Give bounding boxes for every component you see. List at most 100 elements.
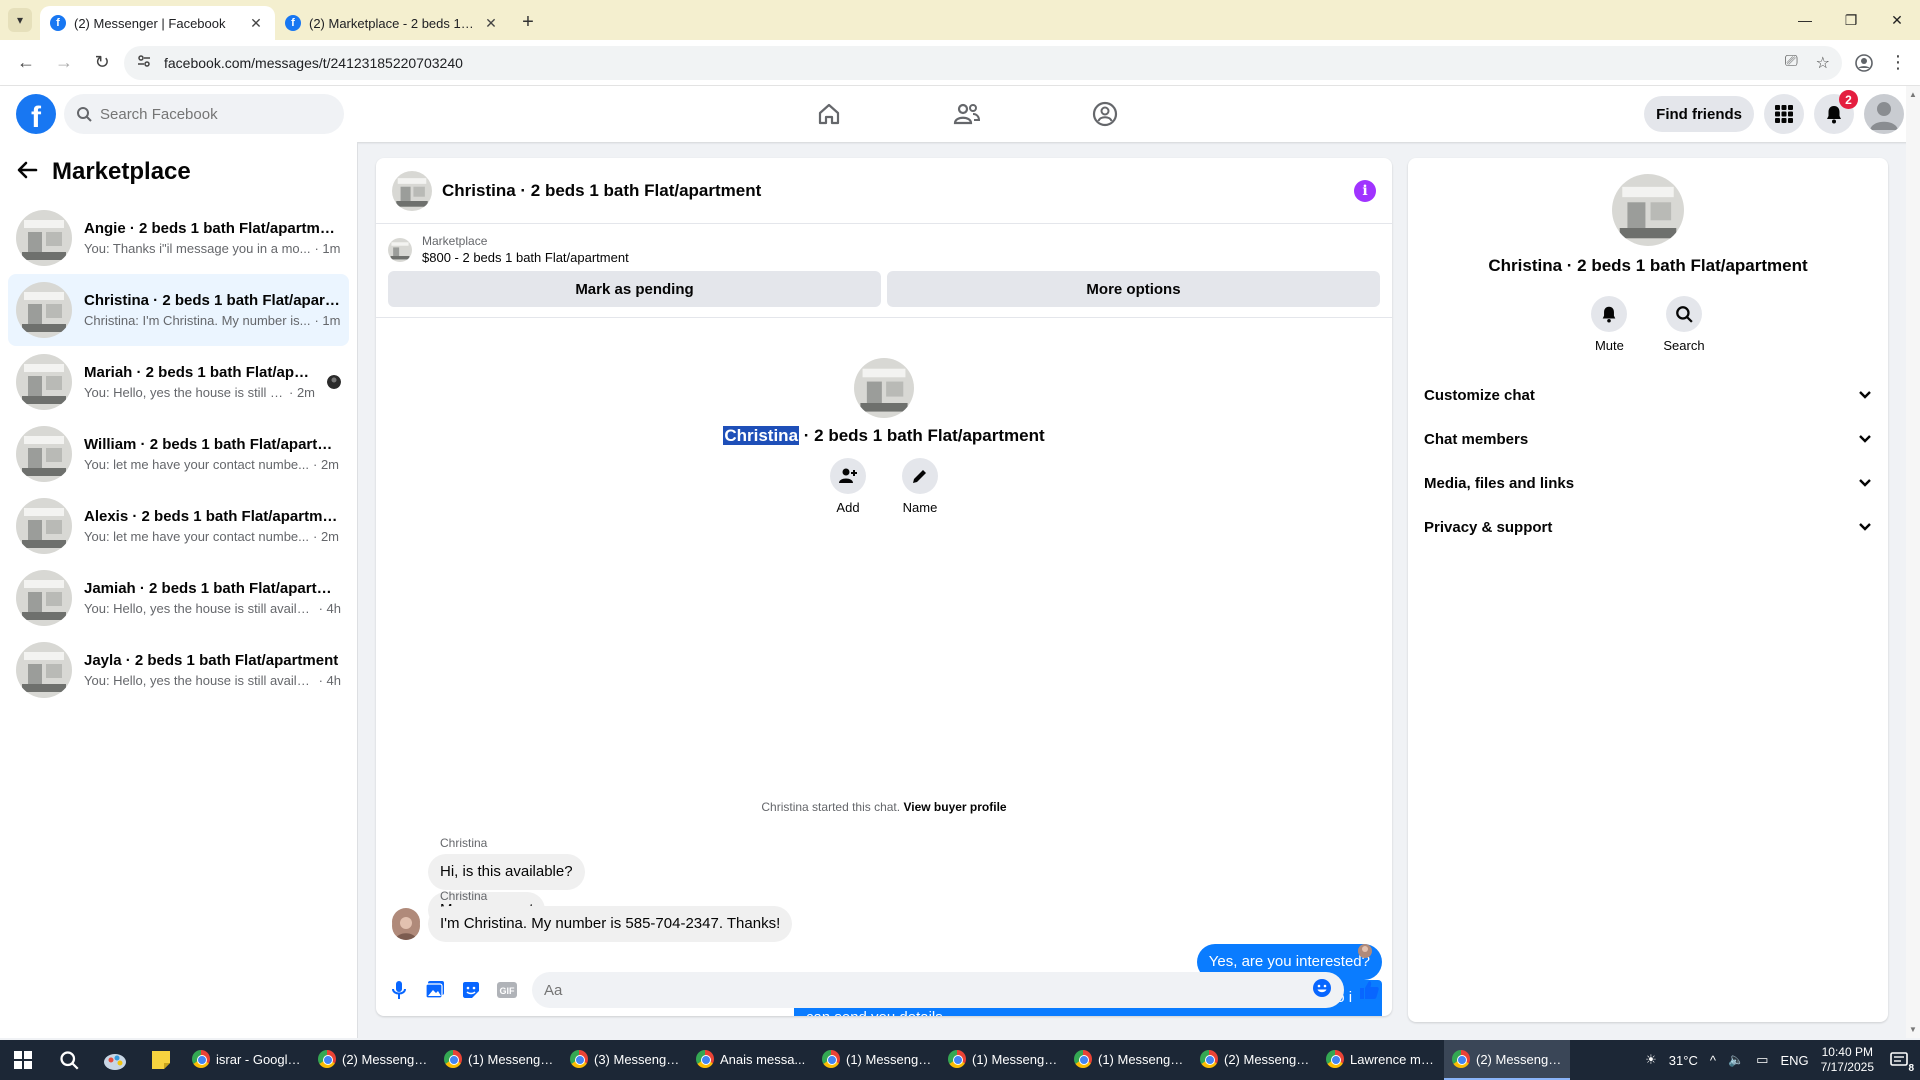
weather-icon[interactable]: ☀ (1645, 1052, 1657, 1068)
view-buyer-profile-link[interactable]: View buyer profile (903, 800, 1006, 814)
thumbs-up-icon[interactable] (1358, 979, 1380, 1001)
message-input-wrapper[interactable] (532, 972, 1344, 1008)
customize-chat-section[interactable]: Customize chat (1408, 373, 1888, 417)
taskbar-app[interactable]: israr - Google... (184, 1040, 310, 1080)
volume-icon[interactable]: 🔈 (1728, 1052, 1744, 1068)
taskbar-app[interactable]: (1) Messenge... (1066, 1040, 1192, 1080)
microphone-icon[interactable] (388, 979, 410, 1001)
search-input[interactable] (100, 105, 320, 123)
clock[interactable]: 10:40 PM 7/17/2025 (1821, 1045, 1874, 1075)
taskbar-app[interactable]: (1) Messenge... (436, 1040, 562, 1080)
window-controls: — ❐ ✕ (1782, 0, 1920, 40)
photo-attach-icon[interactable] (424, 979, 446, 1001)
taskbar-search-icon[interactable] (46, 1040, 92, 1080)
language-indicator[interactable]: ENG (1780, 1053, 1808, 1068)
conversation-item[interactable]: Angie · 2 beds 1 bath Flat/apartment You… (8, 202, 349, 274)
sender-name: Christina (440, 836, 488, 850)
sticky-notes-icon[interactable] (138, 1040, 184, 1080)
url-field[interactable]: facebook.com/messages/t/2412318522070324… (124, 45, 1842, 80)
network-icon[interactable]: ▭ (1756, 1052, 1768, 1068)
chat-avatar[interactable] (392, 170, 432, 211)
page-scrollbar[interactable]: ▲ ▼ (1906, 86, 1920, 1038)
browser-tab-messenger[interactable]: f (2) Messenger | Facebook ✕ (40, 6, 275, 40)
sticker-icon[interactable] (460, 979, 482, 1001)
chat-intro-name: Christina · 2 beds 1 bath Flat/apartment (376, 426, 1392, 446)
chevron-down-icon (1858, 387, 1872, 404)
conversation-item-active[interactable]: Christina · 2 beds 1 bath Flat/apartment… (8, 274, 349, 346)
install-app-icon[interactable]: ⎚ (1785, 53, 1798, 73)
privacy-support-section[interactable]: Privacy & support (1408, 505, 1888, 549)
taskbar-app[interactable]: (1) Messenge... (940, 1040, 1066, 1080)
tab-title: (2) Messenger | Facebook (74, 15, 226, 31)
home-nav-icon[interactable] (760, 86, 898, 142)
add-people-button[interactable]: Add (830, 458, 866, 515)
temperature[interactable]: 31°C (1669, 1053, 1698, 1068)
listing-photo-avatar (16, 354, 72, 410)
taskbar-app[interactable]: (3) Messenge... (562, 1040, 688, 1080)
conversation-time: · 4h (318, 601, 341, 616)
search-icon (1676, 306, 1693, 323)
find-friends-button[interactable]: Find friends (1644, 96, 1754, 132)
notification-center-icon[interactable]: 8 (1886, 1050, 1914, 1074)
tab-close-icon[interactable]: ✕ (247, 15, 265, 32)
incoming-message[interactable]: Hi, is this available? (428, 854, 585, 890)
media-files-links-section[interactable]: Media, files and links (1408, 461, 1888, 505)
incoming-message[interactable]: I'm Christina. My number is 585-704-2347… (428, 906, 793, 942)
taskbar-app[interactable]: (2) Messenge... (310, 1040, 436, 1080)
edit-name-button[interactable]: Name (902, 458, 938, 515)
scroll-down-icon[interactable]: ▼ (1909, 1025, 1917, 1034)
sender-avatar[interactable] (392, 912, 420, 940)
taskbar-app[interactable]: (2) Messenge... (1192, 1040, 1318, 1080)
message-thread: Christina · 2 beds 1 bath Flat/apartment… (376, 320, 1392, 1016)
conversation-item[interactable]: Jamiah · 2 beds 1 bath Flat/apartment Yo… (8, 562, 349, 634)
windows-start-icon[interactable] (0, 1040, 46, 1080)
facebook-search[interactable] (64, 94, 344, 134)
bookmark-star-icon[interactable]: ☆ (1816, 53, 1830, 73)
back-arrow-icon[interactable]: ← (10, 47, 42, 79)
conversation-item[interactable]: Mariah · 2 beds 1 bath Flat/apartment Yo… (8, 346, 349, 418)
groups-nav-icon[interactable] (1036, 86, 1174, 142)
chat-members-section[interactable]: Chat members (1408, 417, 1888, 461)
chat-title[interactable]: Christina · 2 beds 1 bath Flat/apartment (442, 181, 761, 201)
tab-close-icon[interactable]: ✕ (482, 15, 500, 32)
new-tab-button[interactable]: + (514, 8, 542, 36)
reload-icon[interactable]: ↻ (86, 47, 118, 79)
conversation-info-icon[interactable]: i (1354, 179, 1376, 202)
site-settings-icon[interactable] (136, 53, 152, 72)
back-arrow-icon[interactable] (16, 159, 38, 186)
search-conversation-button[interactable]: Search (1663, 296, 1705, 353)
conversation-item[interactable]: Jayla · 2 beds 1 bath Flat/apartment You… (8, 634, 349, 706)
mute-button[interactable]: Mute (1591, 296, 1628, 353)
forward-arrow-icon[interactable]: → (48, 47, 80, 79)
mark-as-pending-button[interactable]: Mark as pending (388, 271, 881, 307)
menu-grid-icon[interactable] (1764, 94, 1804, 134)
gif-icon[interactable]: GIF (496, 979, 518, 1001)
tray-overflow-icon[interactable]: ^ (1710, 1053, 1716, 1068)
tab-search-button[interactable]: ▾ (8, 8, 32, 32)
taskbar-app-icon[interactable] (92, 1040, 138, 1080)
conversation-item[interactable]: Alexis · 2 beds 1 bath Flat/apartment Yo… (8, 490, 349, 562)
browser-menu-icon[interactable]: ⋮ (1886, 52, 1910, 73)
chat-info-panel: Christina · 2 beds 1 bath Flat/apartment… (1408, 158, 1888, 1022)
taskbar-app[interactable]: (1) Messenge... (814, 1040, 940, 1080)
restore-icon[interactable]: ❐ (1828, 0, 1874, 40)
facebook-logo-icon[interactable]: f (16, 94, 56, 134)
close-window-icon[interactable]: ✕ (1874, 0, 1920, 40)
friends-nav-icon[interactable] (898, 86, 1036, 142)
listing-thumbnail[interactable] (388, 237, 412, 262)
taskbar-app[interactable]: Lawrence me... (1318, 1040, 1444, 1080)
bell-icon (1603, 306, 1616, 323)
more-options-button[interactable]: More options (887, 271, 1380, 307)
notifications-bell-icon[interactable]: 2 (1814, 90, 1858, 134)
conversation-item[interactable]: William · 2 beds 1 bath Flat/apartment Y… (8, 418, 349, 490)
emoji-icon[interactable] (1312, 978, 1332, 1003)
message-input[interactable] (544, 981, 1312, 999)
minimize-icon[interactable]: — (1782, 0, 1828, 40)
account-avatar[interactable] (1864, 94, 1904, 134)
taskbar-app-active[interactable]: (2) Messenge... (1444, 1040, 1570, 1080)
profile-icon[interactable] (1848, 47, 1880, 79)
taskbar-app[interactable]: Anais messa... (688, 1040, 814, 1080)
browser-tab-marketplace[interactable]: f (2) Marketplace - 2 beds 1 bath ✕ (275, 6, 510, 40)
listing-title[interactable]: $800 - 2 beds 1 bath Flat/apartment (422, 250, 629, 265)
scroll-up-icon[interactable]: ▲ (1909, 90, 1917, 99)
